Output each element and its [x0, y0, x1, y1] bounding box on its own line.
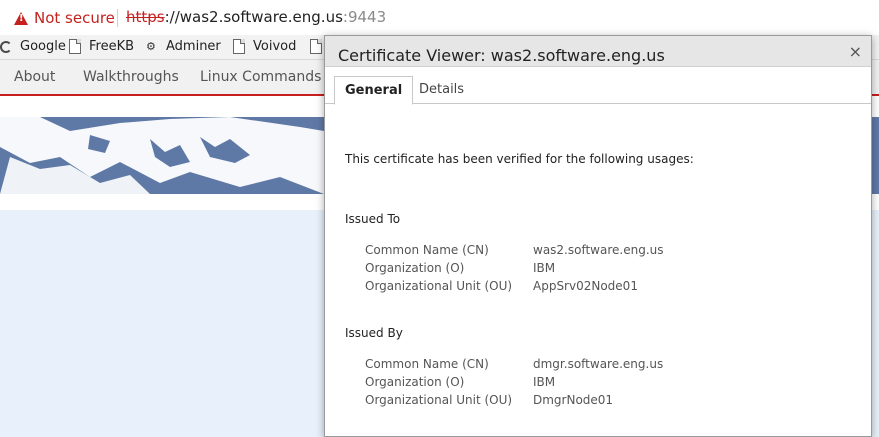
bookmark-voivod[interactable]: Voivod — [233, 39, 296, 54]
certificate-viewer-dialog: Certificate Viewer: was2.software.eng.us… — [324, 35, 872, 437]
issued-by-cn-value: dmgr.software.eng.us — [533, 357, 664, 371]
url-scheme-separator: :// — [164, 8, 180, 26]
dialog-title: Certificate Viewer: was2.software.eng.us — [338, 46, 665, 65]
dialog-header: Certificate Viewer: was2.software.eng.us… — [325, 36, 871, 67]
bookmark-label: FreeKB — [89, 39, 135, 54]
url-protocol: https — [126, 8, 165, 26]
tab-details[interactable]: Details — [409, 76, 474, 102]
nav-linux-commands[interactable]: Linux Commands — [200, 69, 321, 85]
bookmark-label: Adminer — [166, 39, 221, 54]
bookmark-more[interactable] — [310, 39, 322, 54]
google-icon — [0, 40, 12, 53]
issued-to-o-label: Organization (O) — [365, 261, 465, 275]
issued-by-ou-label: Organizational Unit (OU) — [365, 393, 513, 407]
tab-general[interactable]: General — [334, 76, 414, 105]
issued-to-cn-label: Common Name (CN) — [365, 243, 489, 257]
issued-by-o-label: Organization (O) — [365, 375, 465, 389]
bookmark-label: Voivod — [253, 39, 297, 54]
close-icon[interactable]: × — [849, 42, 862, 61]
address-bar: Not secure https://was2.software.eng.us:… — [0, 0, 879, 35]
warning-icon — [14, 11, 28, 25]
issued-to-o-value: IBM — [533, 261, 556, 275]
issued-to-cn-value: was2.software.eng.us — [533, 243, 664, 257]
issued-to-ou-value: AppSrv02Node01 — [533, 279, 638, 293]
nav-about[interactable]: About — [14, 69, 55, 85]
url-host: was2.software.eng.us — [179, 8, 343, 26]
issued-by-cn-label: Common Name (CN) — [365, 357, 489, 371]
security-label: Not secure — [34, 9, 115, 27]
issued-by-heading: Issued By — [345, 326, 403, 340]
issued-to-ou-label: Organizational Unit (OU) — [365, 279, 513, 293]
issued-by-ou-value: DmgrNode01 — [533, 393, 614, 407]
adminer-icon: ⚙ — [146, 39, 156, 53]
issued-by-o-value: IBM — [533, 375, 556, 389]
tab-bar: General Details — [325, 76, 871, 105]
page-icon — [310, 39, 322, 54]
bookmark-freekb[interactable]: FreeKB — [69, 39, 134, 54]
issued-to-heading: Issued To — [345, 212, 401, 226]
url-field[interactable]: https://was2.software.eng.us:9443 — [126, 8, 386, 26]
page-icon — [233, 39, 245, 54]
bookmark-google[interactable]: Google — [0, 39, 66, 54]
security-indicator[interactable]: Not secure — [14, 9, 115, 27]
bookmark-adminer[interactable]: ⚙ Adminer — [146, 39, 221, 54]
url-port: :9443 — [342, 8, 387, 26]
nav-walkthroughs[interactable]: Walkthroughs — [83, 69, 179, 85]
bookmark-label: Google — [20, 39, 66, 54]
address-separator — [117, 9, 118, 27]
page-icon — [69, 39, 81, 54]
verified-text: This certificate has been verified for t… — [345, 152, 694, 166]
